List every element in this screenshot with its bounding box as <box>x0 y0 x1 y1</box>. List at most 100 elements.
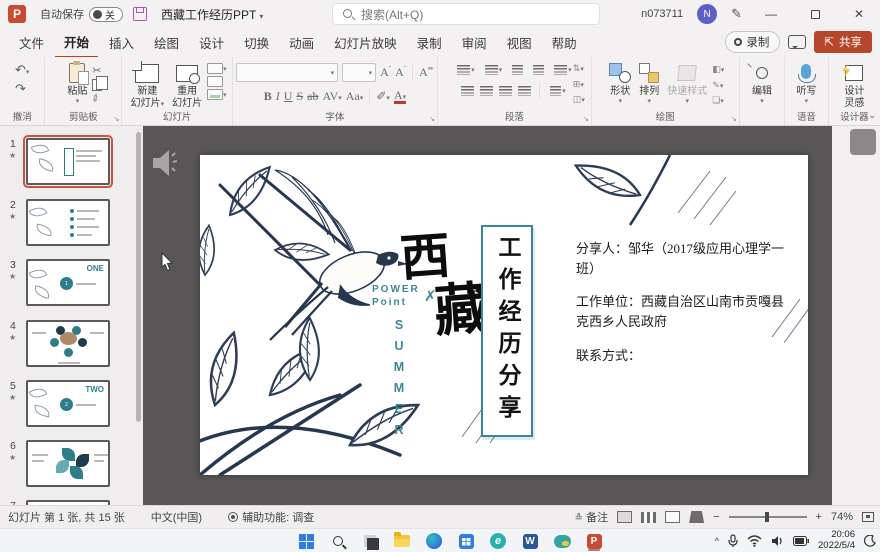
slide[interactable]: 西 藏 POWERPoint ✗ SUMMER 工作经历分享 分享人：邹华（20… <box>200 155 808 475</box>
slide-thumbnail-6[interactable] <box>26 440 110 487</box>
tab-animations[interactable]: 动画 <box>280 28 323 57</box>
line-spacing-button[interactable]: ▾ <box>552 64 574 76</box>
font-color-button[interactable]: A▾ <box>394 89 406 104</box>
strikethrough-button[interactable]: S <box>296 89 303 104</box>
editing-button[interactable]: 编辑 ▾ <box>749 61 775 107</box>
align-left-button[interactable] <box>461 86 474 96</box>
hidden-icons-chevron[interactable]: ^ <box>715 536 719 546</box>
zoom-out-button[interactable]: − <box>713 511 719 523</box>
zoom-slider-thumb[interactable] <box>765 512 769 522</box>
scrollbar-thumb[interactable] <box>850 129 876 155</box>
battery-icon[interactable] <box>793 536 809 546</box>
character-spacing-button[interactable]: AV▾ <box>322 89 341 104</box>
tray-microphone-icon[interactable] <box>728 534 738 548</box>
columns-button[interactable]: ▾ <box>548 85 568 97</box>
audio-speaker-icon[interactable] <box>151 146 181 180</box>
clock[interactable]: 20:06 2022/5/4 <box>818 530 855 552</box>
share-button[interactable]: ⇱共享 <box>814 31 872 53</box>
edge-browser-icon[interactable] <box>424 531 444 551</box>
underline-button[interactable]: U <box>284 89 293 104</box>
font-size-combo[interactable]: ▾ <box>342 63 376 82</box>
minimize-button[interactable]: — <box>756 0 786 28</box>
slideshow-view-button[interactable] <box>689 511 704 523</box>
drawing-dialog-launcher[interactable]: ↘ <box>731 115 737 123</box>
quick-styles-button[interactable]: 快速样式▾ <box>664 61 710 107</box>
wifi-icon[interactable] <box>747 535 762 547</box>
arrange-button[interactable]: 排列▾ <box>636 61 662 107</box>
word-icon[interactable]: W <box>520 531 540 551</box>
task-view-icon[interactable] <box>360 531 380 551</box>
tab-design[interactable]: 设计 <box>190 28 233 57</box>
align-text-button[interactable]: ⊞▾ <box>573 78 585 92</box>
justify-button[interactable] <box>518 86 531 96</box>
thumbnail-scrollbar[interactable] <box>134 126 143 505</box>
highlight-color-button[interactable]: ✐▾ <box>376 89 390 104</box>
undo-button[interactable]: ↶▾ <box>12 61 32 79</box>
shape-fill-icon[interactable]: ◧▾ <box>712 63 724 77</box>
tab-transitions[interactable]: 切换 <box>235 28 278 57</box>
reading-view-button[interactable] <box>665 511 680 523</box>
increase-indent-button[interactable] <box>531 64 546 76</box>
slide-thumbnail-5[interactable]: TWO 2 <box>26 380 110 427</box>
tab-record[interactable]: 录制 <box>408 28 451 57</box>
document-title[interactable]: 西藏工作经历PPT▾ <box>161 6 263 23</box>
text-direction-button[interactable]: ⇅▾ <box>573 62 585 76</box>
tab-insert[interactable]: 插入 <box>100 28 143 57</box>
clipboard-dialog-launcher[interactable]: ↘ <box>114 115 120 123</box>
font-dialog-launcher[interactable]: ↘ <box>429 115 435 123</box>
start-button[interactable] <box>296 531 316 551</box>
paragraph-dialog-launcher[interactable]: ↘ <box>583 115 589 123</box>
bullets-button[interactable]: ▾ <box>455 64 477 76</box>
avatar[interactable]: N <box>697 4 717 24</box>
reuse-slides-button[interactable]: 重用 幻灯片 <box>169 61 205 110</box>
taskbar-search-icon[interactable] <box>328 531 348 551</box>
change-case-button[interactable]: Aa▾ <box>346 89 364 104</box>
tab-file[interactable]: 文件 <box>10 28 53 57</box>
shape-outline-icon[interactable]: ✎▾ <box>712 79 724 93</box>
text-shadow-button[interactable]: ab <box>307 89 318 104</box>
zoom-slider[interactable] <box>729 516 807 518</box>
new-slide-button[interactable]: 新建 幻灯片▾ <box>128 61 168 110</box>
reset-slide-icon[interactable] <box>207 76 223 87</box>
shape-effects-icon[interactable]: ❏▾ <box>712 94 724 108</box>
shapes-button[interactable]: 形状▾ <box>606 61 634 107</box>
maximize-button[interactable] <box>800 0 830 28</box>
tab-review[interactable]: 审阅 <box>453 28 496 57</box>
numbering-button[interactable]: ▾ <box>483 64 505 76</box>
format-painter-icon[interactable]: ✐ <box>90 91 105 106</box>
zoom-in-button[interactable]: + <box>816 511 822 523</box>
shrink-font-button[interactable]: Aˇ <box>395 65 406 80</box>
slide-thumbnail-1[interactable] <box>26 138 110 185</box>
tab-slideshow[interactable]: 幻灯片放映 <box>325 28 406 57</box>
fit-slide-button[interactable] <box>862 512 874 522</box>
search-input[interactable]: 搜索(Alt+Q) <box>332 3 600 25</box>
tab-view[interactable]: 视图 <box>498 28 541 57</box>
tab-help[interactable]: 帮助 <box>543 28 586 57</box>
record-button[interactable]: 录制 <box>725 31 780 53</box>
normal-view-button[interactable] <box>617 511 632 523</box>
draw-pen-icon[interactable]: ✎ <box>731 6 742 22</box>
grow-font-button[interactable]: Aˆ <box>380 65 391 80</box>
slide-sorter-view-button[interactable] <box>641 512 656 523</box>
powerpoint-taskbar-icon[interactable]: P <box>584 531 604 551</box>
accessibility-status[interactable]: 辅助功能: 调查 <box>228 509 314 525</box>
slide-thumbnail-3[interactable]: ONE 1 <box>26 259 110 306</box>
design-ideas-button[interactable]: 设计 灵感 <box>841 61 867 110</box>
canvas-scrollbar[interactable] <box>832 126 880 505</box>
notes-button[interactable]: ≙ 备注 <box>575 509 608 525</box>
dictate-button[interactable]: 听写 ▾ <box>793 61 819 107</box>
focus-assist-moon-icon[interactable] <box>864 535 876 547</box>
decrease-indent-button[interactable] <box>510 64 525 76</box>
redo-button[interactable]: ↷ <box>12 80 29 98</box>
file-explorer-icon[interactable] <box>392 531 412 551</box>
comments-icon[interactable] <box>788 35 806 49</box>
bold-button[interactable]: B <box>264 89 272 104</box>
autosave-control[interactable]: 自动保存 关 <box>40 6 123 22</box>
layout-icon[interactable] <box>207 63 223 74</box>
align-center-button[interactable] <box>480 86 493 96</box>
teal-app-icon[interactable]: e <box>488 531 508 551</box>
tab-home[interactable]: 开始 <box>55 27 98 58</box>
save-icon[interactable] <box>133 7 147 21</box>
volume-icon[interactable] <box>771 535 784 547</box>
tab-draw[interactable]: 绘图 <box>145 28 188 57</box>
